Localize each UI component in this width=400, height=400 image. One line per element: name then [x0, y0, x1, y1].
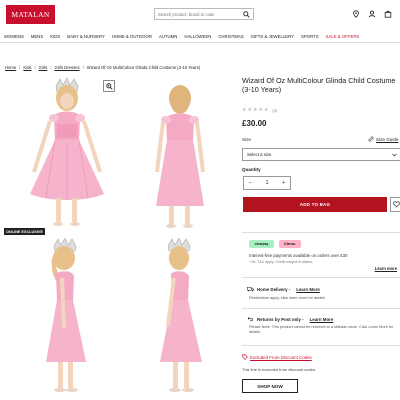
breadcrumb-separator: / — [34, 65, 36, 70]
chevron-down-icon — [392, 153, 397, 157]
product-image-side-alt[interactable] — [124, 238, 236, 398]
home-delivery-learn-more[interactable]: Learn More — [296, 287, 320, 292]
account-icon[interactable] — [368, 10, 376, 18]
star-icon: ★ — [252, 107, 258, 113]
star-icon: ★ — [242, 107, 247, 113]
size-guide-link[interactable]: Size Guide — [368, 136, 398, 142]
main-nav: WOMENS MENS KIDS BABY & NURSERY HOME & O… — [0, 31, 400, 43]
nav-item-womens[interactable]: WOMENS — [4, 34, 24, 39]
nav-item-halloween[interactable]: HALLOWEEN — [184, 34, 211, 39]
payment-text: Interest-free payments available on orde… — [249, 253, 348, 258]
product-image-front[interactable] — [6, 76, 118, 234]
return-icon — [247, 316, 253, 322]
product-title: Wizard Of Oz MultiColour Glinda Child Co… — [242, 76, 396, 94]
shop-now-button[interactable]: SHOP NOW — [242, 379, 298, 393]
size-label: Size — [242, 137, 251, 142]
site-header: MATALAN — [0, 0, 400, 30]
breadcrumb-separator: / — [19, 65, 21, 70]
ruler-icon — [368, 136, 374, 142]
nav-item-mens[interactable]: MENS — [31, 34, 43, 39]
search-input[interactable] — [158, 11, 244, 17]
product-price: £30.00 — [242, 119, 267, 128]
truck-icon — [247, 286, 254, 292]
product-details-panel: Wizard Of Oz MultiColour Glinda Child Co… — [242, 76, 400, 212]
quantity-stepper[interactable]: − 1 + — [243, 176, 291, 190]
returns-learn-more[interactable]: Learn More — [310, 317, 334, 322]
nav-item-autumn[interactable]: AUTUMN — [159, 34, 177, 39]
home-delivery-note: Restrictions apply, click learn more for… — [249, 296, 325, 300]
heart-icon — [392, 201, 400, 208]
breadcrumb: Home / Kids / Girls / Girls Dresses / Wizard… — [5, 65, 200, 70]
home-delivery-row: Home Delivery - Learn More — [247, 286, 320, 292]
payment-terms: +18, T&C apply. Credit subject to status… — [249, 260, 314, 264]
review-count[interactable]: (0) — [272, 108, 277, 113]
nav-item-christmas[interactable]: CHRISTMAS — [218, 34, 243, 39]
matalan-logo[interactable]: MATALAN — [6, 5, 55, 24]
divider — [242, 345, 400, 346]
returns-row: Returns by Post only - Learn More — [247, 316, 333, 322]
breadcrumb-kids[interactable]: Kids — [23, 65, 31, 70]
home-delivery-title: Home Delivery - — [257, 286, 291, 292]
klarna-badge: Klarna. — [279, 240, 301, 248]
product-image-side[interactable] — [6, 238, 118, 398]
star-icon: ★ — [247, 107, 252, 113]
bag-icon[interactable] — [384, 10, 392, 18]
returns-note: Please Note: This product cannot be retu… — [249, 325, 394, 334]
returns-title: Returns by Post only - — [257, 316, 304, 322]
search-icon[interactable] — [243, 11, 250, 18]
breadcrumb-separator: / — [50, 65, 52, 70]
quantity-value[interactable]: 1 — [266, 180, 269, 186]
wishlist-button[interactable] — [390, 197, 400, 212]
nav-item-baby-nursery[interactable]: BABY & NURSERY — [67, 34, 105, 39]
nav-item-gifts-jewellery[interactable]: GIFTS & JEWELLERY — [251, 34, 294, 39]
star-rating[interactable]: ★ ★ ★ ★ ★ (0) — [242, 107, 277, 113]
star-icon: ★ — [263, 107, 269, 113]
payment-options: clearpay Klarna. Interest-free payments … — [249, 240, 397, 271]
nav-item-sports[interactable]: SPORTS — [301, 34, 319, 39]
zoom-button[interactable] — [103, 80, 115, 92]
size-guide-label: Size Guide — [376, 136, 399, 142]
size-select[interactable]: Select a size — [242, 148, 400, 161]
add-to-bag-button[interactable]: ADD TO BAG — [243, 197, 387, 212]
divider — [242, 308, 400, 309]
breadcrumb-girls[interactable]: Girls — [39, 65, 48, 70]
discount-exclusion-note: This line is excluded from discount code… — [242, 367, 317, 372]
search-bar[interactable] — [154, 8, 254, 20]
nav-item-home-outdoor[interactable]: HOME & OUTDOOR — [112, 34, 152, 39]
online-exclusive-badge: ONLINE EXCLUSIVE — [4, 228, 45, 235]
quantity-increase-button[interactable]: + — [282, 180, 285, 186]
store-locator-icon[interactable] — [352, 10, 360, 18]
divider — [242, 232, 400, 233]
breadcrumb-girls-dresses[interactable]: Girls Dresses — [54, 65, 79, 70]
clearpay-badge: clearpay — [249, 240, 274, 248]
size-select-value: Select a size — [247, 152, 272, 157]
discount-exclusion-title: Excluded From Discount Codes — [250, 354, 312, 360]
tag-icon — [242, 354, 248, 360]
divider — [242, 277, 400, 278]
discount-exclusion-link[interactable]: Excluded From Discount Codes — [242, 354, 312, 360]
zoom-icon — [105, 82, 113, 90]
payment-learn-more-link[interactable]: Learn more — [375, 266, 397, 271]
breadcrumb-home[interactable]: Home — [5, 65, 16, 70]
quantity-decrease-button[interactable]: − — [249, 180, 252, 186]
breadcrumb-separator: / — [82, 65, 84, 70]
breadcrumb-current: Wizard Of Oz MultiColour Glinda Child Co… — [86, 65, 201, 70]
nav-item-kids[interactable]: KIDS — [50, 34, 60, 39]
nav-item-sale[interactable]: SALE & OFFERS — [326, 34, 360, 39]
quantity-label: Quantity — [242, 167, 261, 172]
star-icon: ★ — [258, 107, 263, 113]
product-image-back[interactable] — [124, 76, 236, 234]
